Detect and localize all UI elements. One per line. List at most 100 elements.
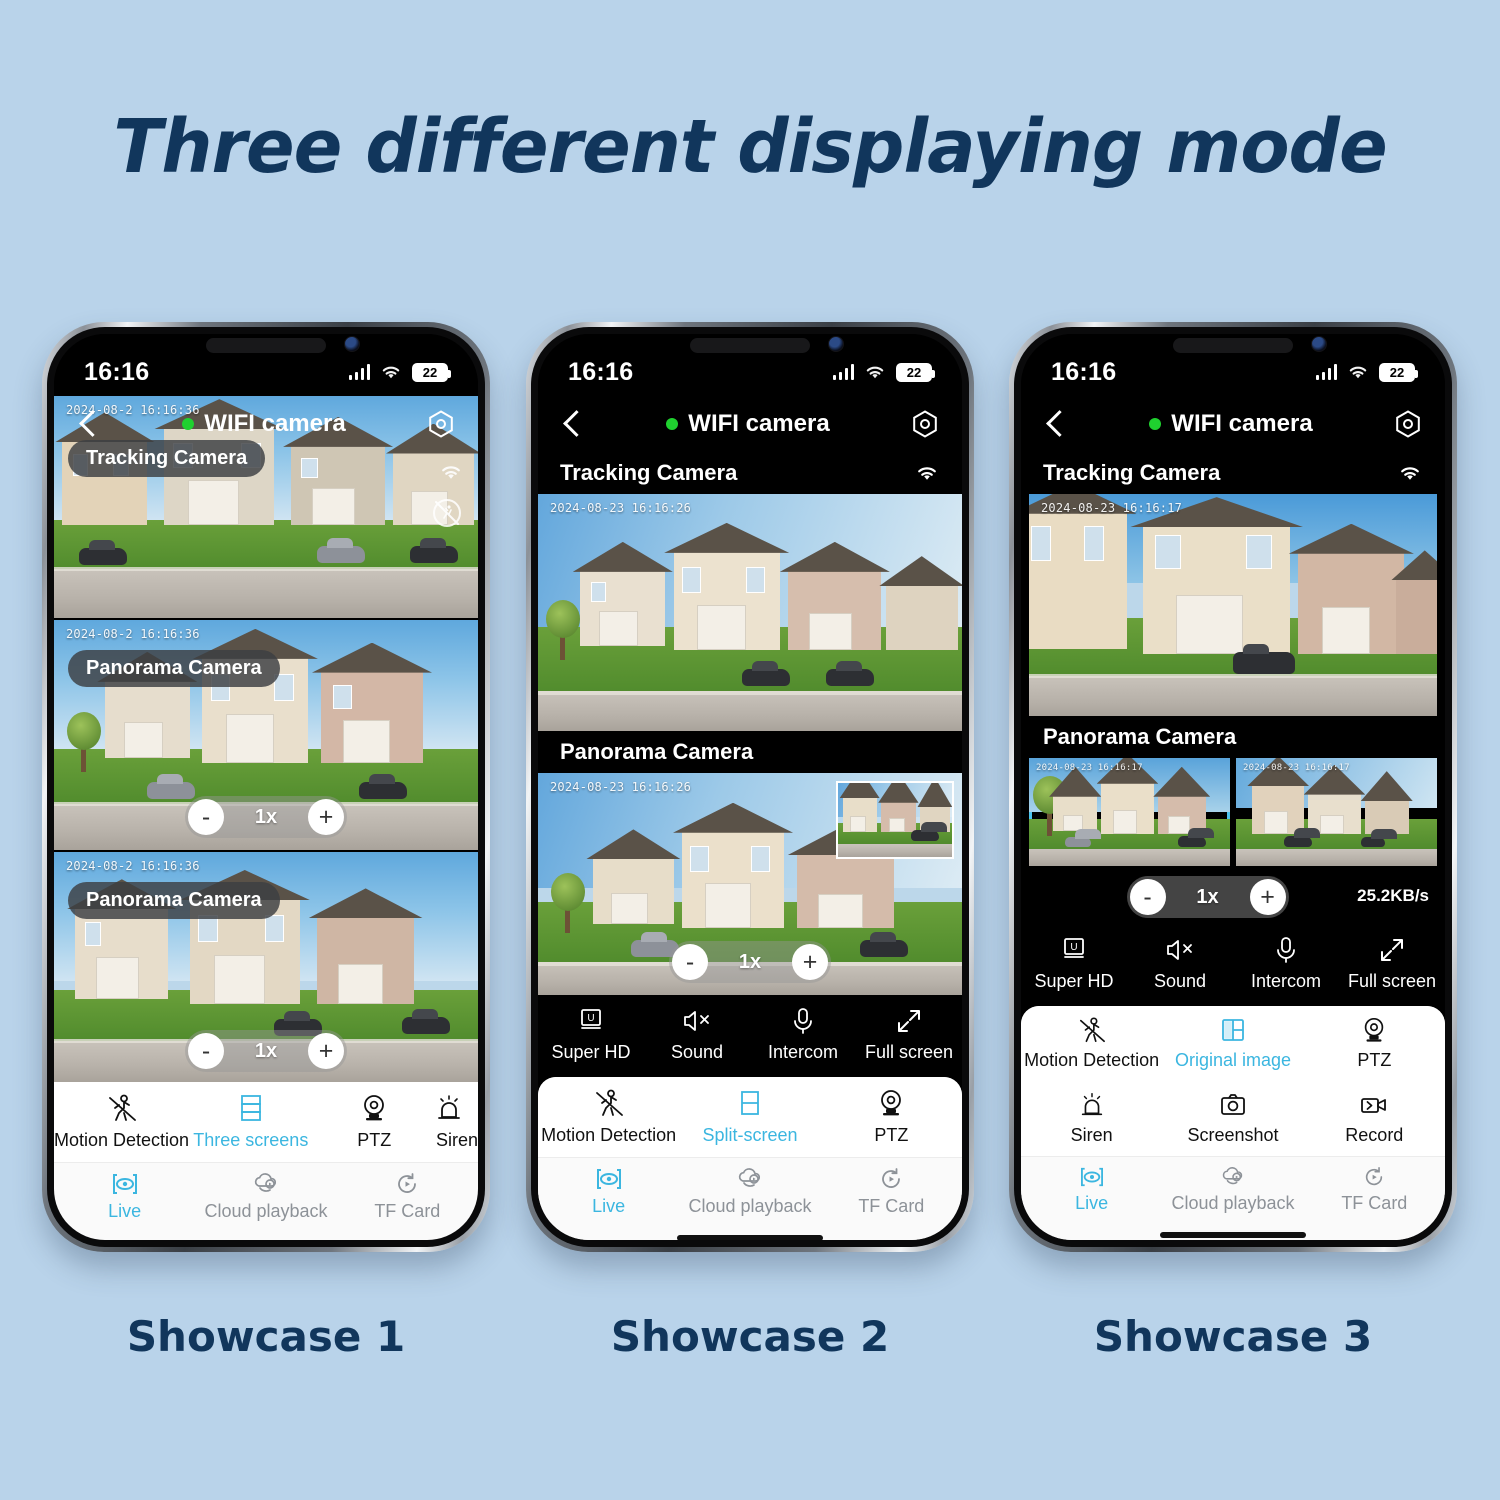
control-sound[interactable]: Sound <box>644 995 750 1077</box>
timestamp-overlay: 2024-08-2 16:16:36 <box>66 859 200 873</box>
control-label: Intercom <box>1250 971 1322 991</box>
tab-live[interactable]: Live <box>538 1158 679 1223</box>
camera-name-label: Panorama Camera <box>1043 724 1237 749</box>
panorama-view-left[interactable]: 2024-08-23 16:16:17 <box>1029 758 1230 866</box>
zoom-in-button[interactable]: + <box>792 944 828 980</box>
tab-live[interactable]: Live <box>54 1163 195 1228</box>
zoom-control[interactable]: - 1x + <box>1126 876 1289 918</box>
feature-screenshot[interactable]: Screenshot <box>1162 1081 1303 1156</box>
panorama-camera-header: Panorama Camera <box>538 731 962 773</box>
super-hd-icon: U <box>581 1009 601 1029</box>
zoom-out-button[interactable]: - <box>672 944 708 980</box>
camera-panel-panorama-1[interactable]: 2024-08-2 16:16:36 Panorama Camera - 1x … <box>54 618 478 850</box>
camera-feed-image <box>1029 758 1230 866</box>
live-eye-icon <box>596 1169 621 1189</box>
feature-motion-detection[interactable]: Motion Detection <box>538 1077 679 1157</box>
bottom-tabbar-3: Live Cloud playback TF Card <box>1021 1156 1445 1224</box>
gear-hex-icon[interactable] <box>426 409 456 439</box>
home-indicator <box>54 1232 478 1240</box>
tab-label: Cloud playback <box>204 1201 328 1221</box>
zoom-in-button[interactable]: + <box>308 1033 344 1069</box>
feature-ptz[interactable]: PTZ <box>1304 1006 1445 1081</box>
panorama-view-right[interactable]: 2024-08-23 16:16:17 <box>1236 758 1437 866</box>
camera-panel-tracking[interactable]: 2024-08-23 16:16:17 <box>1029 494 1437 716</box>
camera-panel-panorama[interactable]: 2024-08-23 16:16:26 - 1x + <box>538 773 962 995</box>
zoom-in-button[interactable]: + <box>1249 879 1286 915</box>
picture-in-picture-thumbnail[interactable] <box>836 781 954 859</box>
control-super-hd[interactable]: U Super HD <box>538 995 644 1077</box>
cellular-bars-icon <box>348 364 370 380</box>
zoom-control[interactable]: - 1x + <box>669 941 831 983</box>
tf-card-icon <box>398 1173 417 1193</box>
feature-split-screen[interactable]: Split-screen <box>679 1077 820 1157</box>
wifi-icon <box>442 466 460 479</box>
ptz-camera-icon <box>1365 1017 1384 1042</box>
feature-siren[interactable]: Siren <box>436 1082 478 1162</box>
tab-cloud-playback[interactable]: Cloud playback <box>1162 1157 1303 1220</box>
zoom-in-button[interactable]: + <box>308 799 344 835</box>
feature-three-screens[interactable]: Three screens <box>189 1082 312 1162</box>
feature-label: Motion Detection <box>54 1130 190 1150</box>
siren-icon <box>438 1095 460 1119</box>
gear-hex-icon[interactable] <box>910 409 940 439</box>
phone-screen-2: 16:16 22 WIFI camera Tracking Camera 202… <box>538 334 962 1240</box>
feature-label: Record <box>1345 1125 1404 1145</box>
control-intercom[interactable]: Intercom <box>1233 924 1339 1006</box>
feature-row-1: Motion Detection Three screens PTZ Siren <box>54 1082 478 1162</box>
zoom-control[interactable]: - 1x + <box>185 1030 347 1072</box>
feature-ptz[interactable]: PTZ <box>821 1077 962 1157</box>
three-screens-icon <box>240 1095 261 1121</box>
tab-tf-card[interactable]: TF Card <box>1304 1157 1445 1220</box>
tab-live[interactable]: Live <box>1021 1157 1162 1220</box>
tab-cloud-playback[interactable]: Cloud playback <box>679 1158 820 1223</box>
tf-card-icon <box>1366 1167 1383 1186</box>
svg-text:U: U <box>587 1013 594 1024</box>
control-full-screen[interactable]: Full screen <box>1339 924 1445 1006</box>
control-intercom[interactable]: Intercom <box>750 995 856 1077</box>
zoom-out-button[interactable]: - <box>188 799 224 835</box>
back-button[interactable] <box>560 411 586 437</box>
motion-detection-off-icon <box>108 1094 136 1121</box>
back-button[interactable] <box>76 411 102 437</box>
cellular-bars-icon <box>1315 364 1337 380</box>
tab-cloud-playback[interactable]: Cloud playback <box>195 1163 336 1228</box>
zoom-out-button[interactable]: - <box>188 1033 224 1069</box>
feature-ptz[interactable]: PTZ <box>313 1082 436 1162</box>
tab-tf-card[interactable]: TF Card <box>337 1163 478 1228</box>
caption-showcase-1: Showcase 1 <box>126 1312 406 1361</box>
feature-motion-detection[interactable]: Motion Detection <box>1021 1006 1162 1081</box>
feature-original-image[interactable]: Original image <box>1162 1006 1303 1081</box>
zoom-out-button[interactable]: - <box>1129 879 1166 915</box>
feature-motion-detection[interactable]: Motion Detection <box>54 1082 189 1162</box>
phone-mockup-3: 16:16 22 WIFI camera Tracking Camera 202… <box>1009 322 1457 1252</box>
live-eye-icon <box>112 1174 137 1194</box>
zoom-control[interactable]: - 1x + <box>185 796 347 838</box>
zoom-level: 1x <box>1196 885 1219 908</box>
feature-sheet-3: Motion Detection Original image PTZ Sire… <box>1021 1006 1445 1240</box>
control-super-hd[interactable]: U Super HD <box>1021 924 1127 1006</box>
control-full-screen[interactable]: Full screen <box>856 995 962 1077</box>
back-button[interactable] <box>1043 411 1069 437</box>
page-title: Three different displaying mode <box>113 104 1387 190</box>
phone-mockup-2: 16:16 22 WIFI camera Tracking Camera 202… <box>526 322 974 1252</box>
tab-tf-card[interactable]: TF Card <box>821 1158 962 1223</box>
camera-name-label: Tracking Camera <box>560 460 738 485</box>
sound-muted-icon <box>684 1011 709 1031</box>
feature-sheet-2: Motion Detection Split-screen PTZ Live C… <box>538 1077 962 1240</box>
control-label: Sound <box>670 1042 724 1062</box>
feature-record[interactable]: Record <box>1304 1081 1445 1156</box>
status-bar: 16:16 22 <box>538 334 962 396</box>
phone-mockup-1: 16:16 22 2024-08-2 16:16:36 Tracking Cam… <box>42 322 490 1252</box>
cloud-playback-icon <box>254 1173 277 1192</box>
tracking-disabled-icon[interactable] <box>430 496 464 530</box>
timestamp-overlay: 2024-08-23 16:16:17 <box>1243 763 1350 773</box>
control-sound[interactable]: Sound <box>1127 924 1233 1006</box>
feature-siren[interactable]: Siren <box>1021 1081 1162 1156</box>
feature-label: PTZ <box>1357 1050 1392 1070</box>
timestamp-overlay: 2024-08-23 16:16:17 <box>1036 763 1143 773</box>
camera-panel-tracking[interactable]: 2024-08-23 16:16:26 <box>538 494 962 731</box>
gear-hex-icon[interactable] <box>1393 409 1423 439</box>
camera-panel-panorama-2[interactable]: 2024-08-2 16:16:36 Panorama Camera - 1x … <box>54 850 478 1082</box>
feature-label: Siren <box>1070 1125 1113 1145</box>
status-bar: 16:16 22 <box>54 334 478 396</box>
